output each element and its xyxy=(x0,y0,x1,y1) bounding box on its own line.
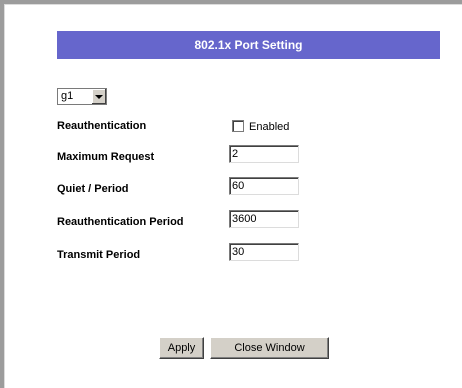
apply-button[interactable]: Apply xyxy=(159,337,204,359)
reauthentication-period-field[interactable]: 3600 xyxy=(229,210,299,228)
maximum-request-label: Maximum Request xyxy=(57,151,155,163)
reauthentication-label: Reauthentication xyxy=(57,120,147,132)
transmit-period-field[interactable]: 30 xyxy=(229,243,299,261)
page-title: 802.1x Port Setting xyxy=(57,31,440,59)
quiet-period-field[interactable]: 60 xyxy=(229,177,299,195)
close-window-button[interactable]: Close Window xyxy=(210,337,329,359)
reauthentication-period-label: Reauthentication Period xyxy=(57,216,184,228)
enabled-label: Enabled xyxy=(249,121,290,133)
transmit-period-label: Transmit Period xyxy=(57,249,141,261)
port-select[interactable]: g1 xyxy=(57,88,107,105)
reauthentication-checkbox[interactable] xyxy=(232,120,244,132)
window-frame-left-inner xyxy=(4,4,5,388)
port-select-value: g1 xyxy=(61,90,74,102)
chevron-down-icon[interactable] xyxy=(91,89,106,104)
quiet-period-label: Quiet / Period xyxy=(57,183,129,195)
window-frame-top-inner xyxy=(4,4,462,5)
maximum-request-field[interactable]: 2 xyxy=(229,145,299,163)
